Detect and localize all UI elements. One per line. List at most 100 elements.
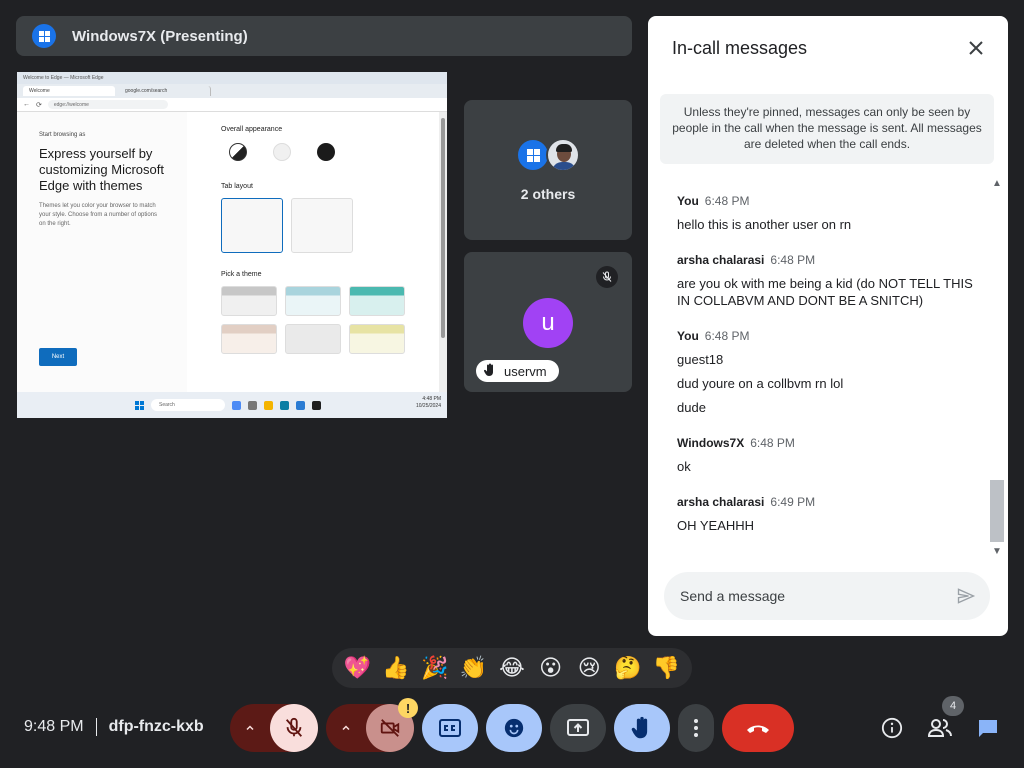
camera-off-icon (380, 719, 400, 737)
message-input-box[interactable] (664, 572, 990, 620)
others-tile[interactable]: 2 others (464, 100, 632, 240)
screen-welcome-right: Overall appearance Tab layout Pick a the… (187, 112, 439, 392)
scrollbar-thumb[interactable] (990, 480, 1004, 542)
meeting-details-button[interactable] (872, 708, 912, 748)
screen-kicker: Start browsing as (39, 132, 86, 138)
others-label: 2 others (520, 186, 576, 202)
chat-title: In-call messages (672, 38, 808, 58)
screen-taskbar-clock: 4:48 PM 10/25/2024 (415, 396, 441, 409)
message-group: arsha chalarasi 6:48 PM are you ok with m… (677, 253, 977, 309)
reactions-button[interactable] (486, 704, 542, 752)
message-time: 6:48 PM (704, 194, 750, 208)
people-count-badge: 4 (942, 696, 964, 716)
message-time: 6:48 PM (750, 436, 795, 450)
message-group: arsha chalarasi 6:49 PM OH YEAHHH (677, 495, 977, 534)
message-sender: You (677, 194, 699, 208)
screen-description: Themes let you color your browser to mat… (39, 203, 158, 227)
closed-captions-icon (439, 719, 461, 737)
presenting-title: Windows7X (Presenting) (72, 27, 248, 45)
clapping-reaction[interactable]: 👏 (456, 651, 490, 685)
message-text: are you ok with me being a kid (do NOT T… (677, 276, 973, 308)
screen-theme-heading: Pick a theme (221, 271, 262, 278)
thumbs-down-reaction[interactable]: 👎 (650, 651, 684, 685)
shared-screen[interactable]: Welcome to Edge — Microsoft Edge Welcome… (17, 72, 447, 418)
message-sender: arsha chalarasi (677, 253, 765, 267)
people-icon (927, 719, 952, 737)
raised-hand-icon (631, 716, 648, 739)
more-vert-icon (694, 719, 698, 737)
screen-welcome-left: Start browsing as Express yourself by cu… (17, 112, 187, 392)
screen-headline: Express yourself by customizing Microsof… (39, 146, 164, 193)
emoji-icon (504, 718, 524, 738)
camera-toggle-button[interactable]: ! (366, 698, 418, 752)
screen-window-title: Welcome to Edge — Microsoft Edge (17, 72, 447, 84)
chat-scrollbar[interactable]: ▲ ▼ (989, 178, 1005, 558)
screen-appearance-heading: Overall appearance (221, 126, 283, 133)
meeting-time: 9:48 PM (24, 718, 84, 735)
message-text: dud youre on a collbvm rn lol (677, 376, 844, 391)
chevron-up-icon[interactable] (230, 704, 270, 752)
message-input[interactable] (680, 588, 940, 604)
surprised-reaction[interactable]: 😮 (534, 651, 568, 685)
end-call-button[interactable] (722, 704, 794, 752)
chat-icon (979, 720, 997, 737)
present-screen-icon (567, 719, 589, 736)
message-text: ok (677, 459, 691, 474)
message-time: 6:48 PM (704, 329, 750, 343)
screen-next-button: Next (39, 348, 77, 366)
chevron-up-icon[interactable] (326, 704, 366, 752)
mic-off-icon (285, 717, 303, 737)
message-text: hello this is another user on rn (677, 217, 852, 232)
message-time: 6:49 PM (770, 495, 816, 509)
info-icon (881, 717, 903, 739)
mic-off-icon (596, 266, 618, 288)
user-tile[interactable]: u uservm (464, 252, 632, 392)
message-text: OH YEAHHH (677, 518, 755, 533)
screen-taskbar: Search 4:48 PM 10/25/2024 (17, 392, 447, 418)
presenting-bar: Windows7X (Presenting) (16, 16, 632, 56)
message-text: guest18 (677, 352, 724, 367)
raised-hand-icon (483, 363, 496, 380)
mic-control (230, 704, 318, 752)
message-time: 6:48 PM (770, 253, 816, 267)
message-group: You 6:48 PM hello this is another user on… (677, 194, 977, 233)
thinking-reaction[interactable]: 🤔 (611, 651, 645, 685)
message-sender: Windows7X (677, 436, 745, 450)
scroll-down-icon[interactable]: ▼ (989, 546, 1005, 558)
screen-address-bar: ← ⟳ edge://welcome (17, 98, 447, 112)
meeting-code: dfp-fnzc-kxb (108, 718, 204, 735)
heart-reaction[interactable]: 💖 (340, 651, 374, 685)
close-icon[interactable] (964, 36, 988, 60)
phone-hangup-icon (747, 725, 769, 733)
screen-tab-layout-heading: Tab layout (221, 183, 253, 190)
participant-photo-avatar (546, 138, 580, 172)
user-name-chip: uservm (476, 360, 559, 382)
thumbs-up-reaction[interactable]: 👍 (379, 651, 413, 685)
message-text: dude (677, 400, 706, 415)
captions-button[interactable] (422, 704, 478, 752)
in-call-messages-panel: In-call messages Unless they're pinned, … (648, 16, 1008, 636)
screen-tab-bar: Welcome google.com/search (17, 84, 447, 98)
scroll-up-icon[interactable]: ▲ (989, 178, 1005, 190)
raise-hand-button[interactable] (614, 704, 670, 752)
more-options-button[interactable] (678, 704, 714, 752)
reaction-bar: 💖 👍 🎉 👏 😂 😮 😢 🤔 👎 (332, 648, 692, 688)
party-popper-reaction[interactable]: 🎉 (418, 651, 452, 685)
chat-button[interactable] (968, 708, 1008, 748)
message-list: You 6:48 PM hello this is another user on… (677, 194, 977, 554)
user-avatar: u (523, 298, 573, 348)
camera-warning-badge: ! (398, 698, 418, 718)
meeting-info: 9:48 PM dfp-fnzc-kxb (24, 718, 204, 736)
message-group: Windows7X 6:48 PM ok (677, 436, 977, 475)
screen-tab-search: google.com/search (119, 86, 211, 96)
send-icon[interactable] (956, 586, 976, 606)
sad-reaction[interactable]: 😢 (572, 651, 606, 685)
user-name: uservm (504, 363, 547, 379)
screen-tab-welcome: Welcome (23, 86, 115, 96)
screen-url: edge://welcome (47, 100, 168, 109)
chat-notice: Unless they're pinned, messages can only… (660, 94, 994, 164)
laughing-reaction[interactable]: 😂 (495, 651, 529, 685)
mic-toggle-button[interactable] (270, 704, 318, 752)
present-screen-button[interactable] (550, 704, 606, 752)
message-sender: arsha chalarasi (677, 495, 765, 509)
